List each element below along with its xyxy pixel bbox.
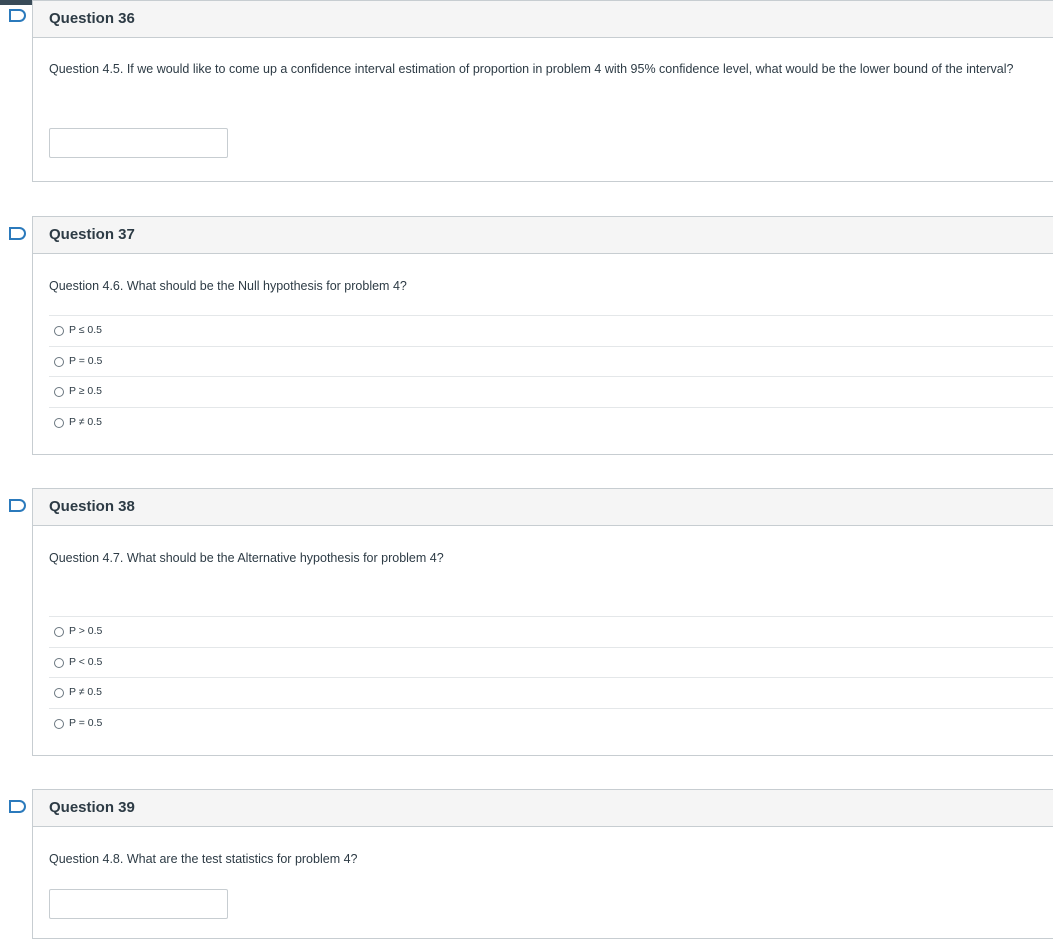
answer-input[interactable] xyxy=(49,128,228,158)
question-37: Question 37 Question 4.6. What should be… xyxy=(32,216,1053,455)
question-text: Question 4.6. What should be the Null hy… xyxy=(49,279,407,293)
question-title: Question 38 xyxy=(49,498,135,515)
option-label: P = 0.5 xyxy=(69,355,103,367)
answer-option[interactable]: P ≥ 0.5 xyxy=(49,376,1053,407)
answer-input[interactable] xyxy=(49,889,228,919)
answer-option[interactable]: P ≠ 0.5 xyxy=(49,677,1053,708)
option-label: P ≠ 0.5 xyxy=(69,416,103,428)
question-text: Question 4.5. If we would like to come u… xyxy=(49,62,1014,76)
option-label: P < 0.5 xyxy=(69,656,103,668)
question-header: Question 39 xyxy=(33,790,1053,827)
question-text: Question 4.7. What should be the Alterna… xyxy=(49,551,444,565)
flag-question-38-icon[interactable] xyxy=(9,499,26,512)
question-title: Question 36 xyxy=(49,10,135,27)
question-text: Question 4.8. What are the test statisti… xyxy=(49,852,358,866)
answer-option[interactable]: P > 0.5 xyxy=(49,616,1053,647)
question-title: Question 39 xyxy=(49,799,135,816)
question-39: Question 39 Question 4.8. What are the t… xyxy=(32,789,1053,939)
flag-question-36-icon[interactable] xyxy=(9,9,26,22)
answer-option[interactable]: P = 0.5 xyxy=(49,708,1053,739)
radio-button[interactable] xyxy=(54,688,64,698)
radio-button[interactable] xyxy=(54,719,64,729)
question-38: Question 38 Question 4.7. What should be… xyxy=(32,488,1053,756)
radio-button[interactable] xyxy=(54,627,64,637)
radio-button[interactable] xyxy=(54,357,64,367)
flag-question-39-icon[interactable] xyxy=(9,800,26,813)
question-header: Question 36 xyxy=(33,1,1053,38)
radio-button[interactable] xyxy=(54,387,64,397)
radio-button[interactable] xyxy=(54,326,64,336)
question-header: Question 38 xyxy=(33,489,1053,526)
question-header: Question 37 xyxy=(33,217,1053,254)
option-label: P > 0.5 xyxy=(69,625,103,637)
radio-button[interactable] xyxy=(54,658,64,668)
option-label: P ≤ 0.5 xyxy=(69,324,103,336)
option-label: P ≥ 0.5 xyxy=(69,385,103,397)
answer-option[interactable]: P ≠ 0.5 xyxy=(49,407,1053,438)
question-36: Question 36 Question 4.5. If we would li… xyxy=(32,0,1053,182)
radio-button[interactable] xyxy=(54,418,64,428)
question-title: Question 37 xyxy=(49,226,135,243)
flag-question-37-icon[interactable] xyxy=(9,227,26,240)
option-label: P ≠ 0.5 xyxy=(69,686,103,698)
answer-option[interactable]: P < 0.5 xyxy=(49,647,1053,678)
option-label: P = 0.5 xyxy=(69,717,103,729)
answer-option[interactable]: P = 0.5 xyxy=(49,346,1053,377)
answer-option[interactable]: P ≤ 0.5 xyxy=(49,315,1053,346)
